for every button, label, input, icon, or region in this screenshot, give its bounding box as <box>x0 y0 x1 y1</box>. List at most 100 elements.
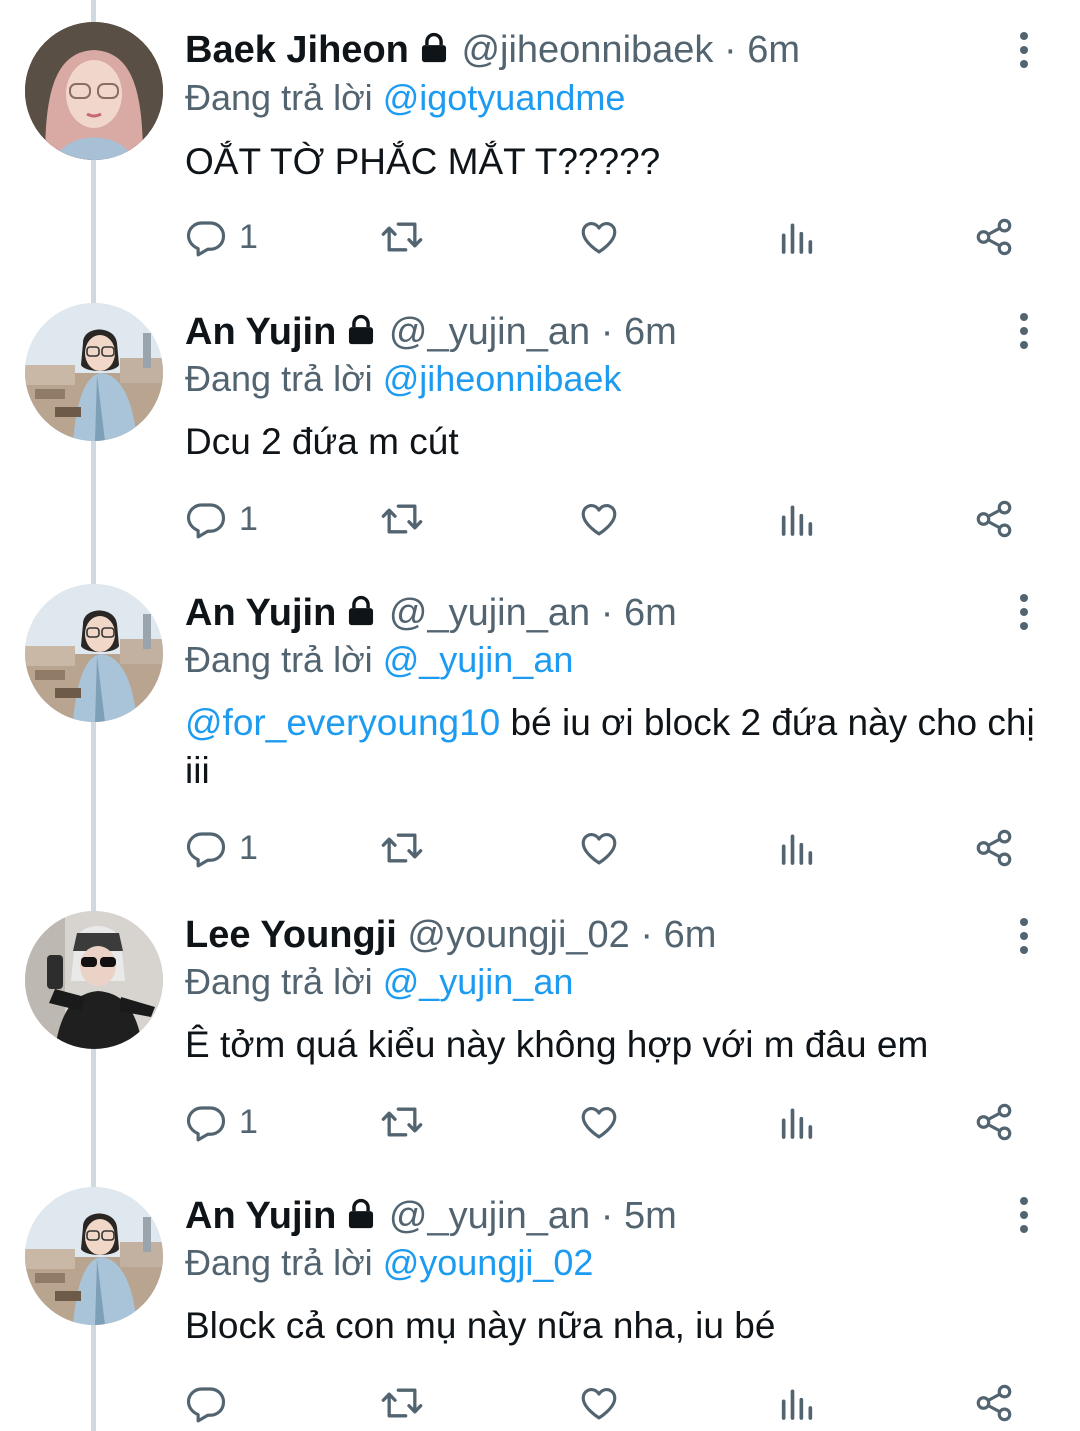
tweet-text: @for_everyoung10 bé iu ơi block 2 đứa nà… <box>185 699 1040 795</box>
avatar-city-view-icon <box>25 584 163 722</box>
share-icon <box>973 216 1015 258</box>
tweet-text: Dcu 2 đứa m cút <box>185 418 1040 466</box>
timestamp[interactable]: 5m <box>624 1195 677 1237</box>
body-mention[interactable]: @for_everyoung10 <box>185 702 500 743</box>
timestamp[interactable]: 6m <box>624 311 677 353</box>
reply-to-mention[interactable]: @jiheonnibaek <box>383 358 622 399</box>
like-button[interactable] <box>578 1097 620 1147</box>
avatar-mirror-selfie-icon <box>25 911 163 1049</box>
avatar[interactable] <box>25 303 163 441</box>
views-button[interactable] <box>777 1378 817 1428</box>
user-handle[interactable]: @_yujin_an <box>389 311 590 353</box>
reply-to-mention[interactable]: @_yujin_an <box>383 639 574 680</box>
share-button[interactable] <box>973 212 1015 262</box>
reply-icon <box>185 1101 227 1143</box>
display-name[interactable]: Baek Jiheon <box>185 29 409 71</box>
tweet-text-content: Block cả con mụ này nữa nha, iu bé <box>185 1305 776 1346</box>
like-icon <box>578 216 620 258</box>
retweet-button[interactable] <box>380 1097 424 1147</box>
reply-button[interactable]: 1 <box>185 494 258 544</box>
timestamp[interactable]: 6m <box>664 914 717 956</box>
replying-to: Đang trả lời @_yujin_an <box>185 960 573 1004</box>
retweet-icon <box>380 215 424 259</box>
like-button[interactable] <box>578 494 620 544</box>
reply-to-mention[interactable]: @youngji_02 <box>383 1242 594 1283</box>
share-icon <box>973 1101 1015 1143</box>
tweet-header: An Yujin @_yujin_an · 5m <box>185 1194 1000 1238</box>
like-icon <box>578 1101 620 1143</box>
share-button[interactable] <box>973 494 1015 544</box>
like-button[interactable] <box>578 823 620 873</box>
more-options-icon[interactable] <box>1014 1195 1034 1235</box>
reply-to-mention[interactable]: @igotyuandme <box>383 77 626 118</box>
tweet-text-content: Ê tởm quá kiểu này không hợp với m đâu e… <box>185 1024 929 1065</box>
display-name[interactable]: Lee Youngji <box>185 914 397 956</box>
more-options-icon[interactable] <box>1014 30 1034 70</box>
reply-button[interactable] <box>185 1378 239 1428</box>
reply-button[interactable]: 1 <box>185 212 258 262</box>
action-bar: 1 <box>185 1097 1035 1147</box>
avatar[interactable] <box>25 584 163 722</box>
separator-dot: · <box>723 29 737 71</box>
retweet-button[interactable] <box>380 823 424 873</box>
reply-icon <box>185 827 227 869</box>
more-options-icon[interactable] <box>1014 592 1034 632</box>
action-bar: 1 <box>185 494 1035 544</box>
action-bar: 1 <box>185 212 1035 262</box>
replying-to: Đang trả lời @_yujin_an <box>185 638 573 682</box>
timestamp[interactable]: 6m <box>747 29 800 71</box>
views-button[interactable] <box>777 1097 817 1147</box>
reply-count: 1 <box>239 828 258 867</box>
replying-prefix: Đang trả lời <box>185 1242 373 1283</box>
avatar-city-view-icon <box>25 1187 163 1325</box>
timestamp[interactable]: 6m <box>624 592 677 634</box>
views-button[interactable] <box>777 494 817 544</box>
user-handle[interactable]: @_yujin_an <box>389 1195 590 1237</box>
user-handle[interactable]: @jiheonnibaek <box>461 29 713 71</box>
reply-icon <box>185 216 227 258</box>
reply-count: 1 <box>239 499 258 538</box>
share-button[interactable] <box>973 1097 1015 1147</box>
views-icon <box>777 828 817 868</box>
avatar[interactable] <box>25 1187 163 1325</box>
share-icon <box>973 1382 1015 1424</box>
lock-icon <box>344 1197 378 1231</box>
avatar-pink-hair-icon <box>25 22 163 160</box>
views-icon <box>777 1383 817 1423</box>
retweet-button[interactable] <box>380 494 424 544</box>
avatar-city-view-icon <box>25 303 163 441</box>
display-name[interactable]: An Yujin <box>185 1195 336 1237</box>
share-button[interactable] <box>973 1378 1015 1428</box>
action-bar <box>185 1378 1035 1428</box>
like-button[interactable] <box>578 1378 620 1428</box>
retweet-button[interactable] <box>380 1378 424 1428</box>
share-button[interactable] <box>973 823 1015 873</box>
display-name[interactable]: An Yujin <box>185 311 336 353</box>
reply-button[interactable]: 1 <box>185 1097 258 1147</box>
reply-icon <box>185 1382 227 1424</box>
user-handle[interactable]: @youngji_02 <box>407 914 629 956</box>
more-options-icon[interactable] <box>1014 311 1034 351</box>
retweet-icon <box>380 1381 424 1425</box>
tweet-header: An Yujin @_yujin_an · 6m <box>185 591 1000 635</box>
share-icon <box>973 498 1015 540</box>
lock-icon <box>417 31 451 65</box>
more-options-icon[interactable] <box>1014 916 1034 956</box>
reply-icon <box>185 498 227 540</box>
views-button[interactable] <box>777 823 817 873</box>
user-handle[interactable]: @_yujin_an <box>389 592 590 634</box>
views-button[interactable] <box>777 212 817 262</box>
reply-to-mention[interactable]: @_yujin_an <box>383 961 574 1002</box>
display-name[interactable]: An Yujin <box>185 592 336 634</box>
reply-button[interactable]: 1 <box>185 823 258 873</box>
retweet-button[interactable] <box>380 212 424 262</box>
replying-to: Đang trả lời @jiheonnibaek <box>185 357 621 401</box>
reply-count: 1 <box>239 1102 258 1141</box>
replying-prefix: Đang trả lời <box>185 358 373 399</box>
views-icon <box>777 499 817 539</box>
action-bar: 1 <box>185 823 1035 873</box>
avatar[interactable] <box>25 22 163 160</box>
avatar[interactable] <box>25 911 163 1049</box>
like-button[interactable] <box>578 212 620 262</box>
retweet-icon <box>380 826 424 870</box>
